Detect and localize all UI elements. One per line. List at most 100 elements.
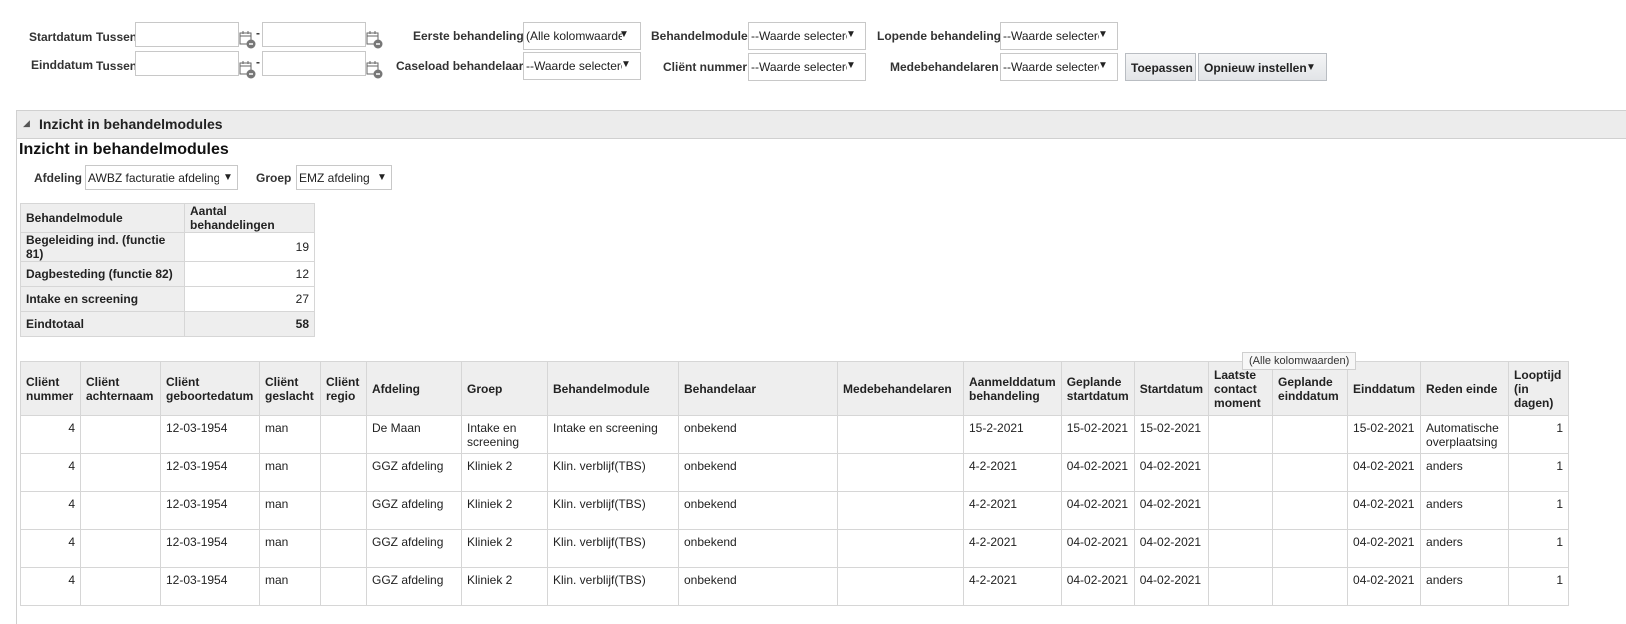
table-cell [320, 415, 367, 454]
behandelmodule-value: --Waarde selecteren-- [751, 29, 847, 43]
detail-header-cell[interactable]: Reden einde [1420, 361, 1510, 416]
startdatum-label: Startdatum [29, 30, 93, 44]
detail-header-cell[interactable]: Cliënt geslacht [259, 361, 321, 416]
reset-button-label: Opnieuw instellen [1204, 61, 1307, 75]
table-cell: 04-02-2021 [1347, 453, 1422, 492]
table-cell: 1 [1508, 491, 1570, 530]
calendar-icon[interactable] [239, 31, 257, 49]
table-cell: GGZ afdeling [366, 491, 462, 530]
table-cell: anders [1420, 567, 1510, 606]
client-nummer-label: Cliënt nummer [663, 60, 748, 74]
table-cell: 04-02-2021 [1060, 567, 1135, 606]
collapse-triangle-icon[interactable]: ◢ [23, 118, 30, 129]
medebehandelaren-select[interactable]: --Waarde selecteren-- ▼ [1000, 53, 1118, 81]
dropdown-arrow-icon: ▼ [223, 172, 233, 183]
caseload-behandelaar-value: --Waarde selecteren-- [526, 59, 622, 73]
table-cell: 12-03-1954 [160, 491, 260, 530]
summary-header-behandelmodule: Behandelmodule [20, 203, 185, 233]
dropdown-arrow-icon: ▼ [846, 60, 856, 71]
einddatum-tussen-label: Tussen [96, 59, 138, 73]
startdatum-from-input[interactable] [135, 22, 239, 47]
medebehandelaren-value: --Waarde selecteren-- [1003, 60, 1099, 74]
table-cell: Intake en screening [547, 415, 679, 454]
detail-header-cell[interactable]: Einddatum [1347, 361, 1422, 416]
table-cell [80, 567, 161, 606]
einddatum-range-separator: - [256, 55, 260, 69]
calendar-icon[interactable] [239, 61, 257, 79]
behandelmodule-select[interactable]: --Waarde selecteren-- ▼ [748, 22, 866, 50]
table-cell [837, 453, 964, 492]
dropdown-arrow-icon: ▼ [1098, 60, 1108, 71]
summary-header-aantal: Aantal behandelingen [184, 203, 315, 233]
eerste-behandeling-select[interactable]: (Alle kolomwaarden) ▼ [523, 22, 641, 50]
detail-header-cell[interactable]: Afdeling [366, 361, 462, 416]
table-cell [320, 453, 367, 492]
startdatum-to-input[interactable] [262, 22, 366, 47]
detail-header-cell[interactable]: Behandelmodule [547, 361, 679, 416]
panel-header[interactable]: ◢ Inzicht in behandelmodules [17, 111, 1626, 139]
einddatum-from-input[interactable] [135, 51, 239, 76]
client-nummer-select[interactable]: --Waarde selecteren-- ▼ [748, 53, 866, 81]
table-cell: 15-02-2021 [1060, 415, 1135, 454]
summary-total-row: Eindtotaal 58 [20, 311, 315, 337]
table-cell: 12-03-1954 [160, 415, 260, 454]
table-cell: anders [1420, 491, 1510, 530]
table-row: 4 12-03-1954 man GGZ afdeling Kliniek 2 Klin.… [20, 567, 1570, 606]
groep-select[interactable]: EMZ afdeling 1 ▼ [296, 165, 392, 190]
startdatum-tussen-label: Tussen [96, 30, 138, 44]
detail-header-cell[interactable]: Behandelaar [678, 361, 838, 416]
einddatum-to-input[interactable] [262, 51, 366, 76]
detail-header-cell[interactable]: Cliënt geboortedatum [160, 361, 260, 416]
chevron-down-icon: ▼ [1306, 62, 1316, 73]
groep-label: Groep [256, 171, 292, 185]
detail-header-cell[interactable]: Startdatum [1133, 361, 1210, 416]
detail-header-cell[interactable]: Groep [461, 361, 548, 416]
apply-button-label: Toepassen [1131, 61, 1193, 75]
startdatum-range-separator: - [256, 26, 260, 40]
table-cell: 4-2-2021 [963, 453, 1062, 492]
table-cell: GGZ afdeling [366, 453, 462, 492]
detail-header-cell[interactable]: Geplande startdatum [1060, 361, 1135, 416]
detail-header-cell[interactable]: Cliënt achternaam [80, 361, 161, 416]
summary-total-value: 58 [184, 311, 315, 337]
apply-button[interactable]: Toepassen [1125, 53, 1196, 81]
detail-header-cell[interactable]: Cliënt regio [320, 361, 367, 416]
table-cell: 12-03-1954 [160, 453, 260, 492]
table-cell: 04-02-2021 [1060, 529, 1135, 568]
reset-button[interactable]: Opnieuw instellen ▼ [1198, 53, 1327, 81]
detail-header-cell[interactable]: Looptijd (in dagen) [1508, 361, 1570, 416]
table-cell: 1 [1508, 453, 1570, 492]
table-cell [837, 491, 964, 530]
table-cell [1272, 453, 1349, 492]
table-cell: Klin. verblijf(TBS) [547, 529, 679, 568]
lopende-behandeling-select[interactable]: --Waarde selecteren-- ▼ [1000, 22, 1118, 50]
table-cell: man [259, 567, 321, 606]
medebehandelaren-label: Medebehandelaren [890, 60, 999, 74]
dropdown-arrow-icon: ▼ [846, 29, 856, 40]
table-cell: 1 [1508, 567, 1570, 606]
table-cell [837, 415, 964, 454]
eerste-behandeling-label: Eerste behandeling [413, 29, 524, 43]
detail-header-cell[interactable]: Medebehandelaren [837, 361, 964, 416]
summary-count-cell: 19 [184, 232, 315, 262]
calendar-icon[interactable] [366, 31, 384, 49]
client-nummer-value: --Waarde selecteren-- [751, 60, 847, 74]
table-cell [80, 491, 161, 530]
calendar-icon[interactable] [366, 61, 384, 79]
table-cell: 4 [20, 491, 81, 530]
table-cell: man [259, 453, 321, 492]
detail-header-cell[interactable]: Aanmelddatum behandeling [963, 361, 1062, 416]
table-cell [80, 415, 161, 454]
caseload-behandelaar-select[interactable]: --Waarde selecteren-- ▼ [523, 52, 641, 80]
table-cell: GGZ afdeling [366, 567, 462, 606]
table-row: 4 12-03-1954 man GGZ afdeling Kliniek 2 Klin.… [20, 453, 1570, 492]
table-cell: Kliniek 2 [461, 491, 548, 530]
table-cell: onbekend [678, 491, 838, 530]
lopende-behandeling-value: --Waarde selecteren-- [1003, 29, 1099, 43]
afdeling-select[interactable]: AWBZ facturatie afdeling ▼ [85, 165, 238, 190]
table-cell: 1 [1508, 415, 1570, 454]
detail-header-cell[interactable]: Cliënt nummer [20, 361, 81, 416]
lopende-behandeling-label: Lopende behandeling [877, 29, 1002, 43]
tooltip: (Alle kolomwaarden) [1242, 352, 1357, 370]
eerste-behandeling-value: (Alle kolomwaarden) [526, 29, 622, 43]
